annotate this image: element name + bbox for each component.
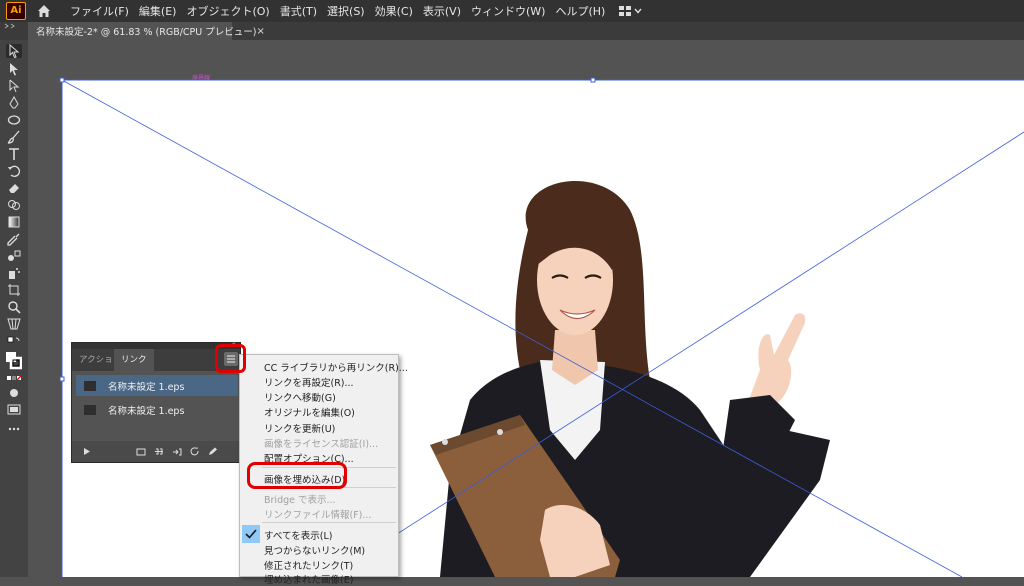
panel-footer [72, 441, 240, 462]
menu-item-reveal-in-bridge: Bridge で表示... [264, 495, 336, 506]
menu-object[interactable]: オブジェクト(O) [186, 3, 269, 19]
default-fill-stroke-icon[interactable] [6, 336, 22, 350]
tab-links[interactable]: リンク [114, 349, 154, 371]
illustrator-logo: Ai [6, 2, 26, 20]
artboard-tool-icon[interactable] [6, 283, 22, 297]
direct-selection-tool-icon[interactable] [6, 62, 22, 76]
menu-window[interactable]: ウィンドウ(W) [471, 3, 545, 19]
shape-builder-tool-icon[interactable] [6, 198, 22, 212]
eraser-tool-icon[interactable] [6, 181, 22, 195]
grid-layout-icon [619, 6, 632, 16]
play-icon[interactable] [82, 447, 92, 456]
menu-item-relink-cc-library[interactable]: CC ライブラリから再リンク(R)... [264, 360, 408, 374]
go-to-link-icon[interactable] [172, 447, 182, 456]
link-filename: 名称未設定 1.eps [108, 381, 185, 393]
home-icon[interactable] [36, 3, 52, 19]
highlight-panel-menu-button [215, 344, 246, 373]
fill-stroke-swatches[interactable] [6, 350, 22, 372]
link-row[interactable]: 名称未設定 1.eps [76, 375, 238, 396]
close-icon[interactable]: × [256, 26, 264, 37]
edit-original-icon[interactable] [208, 447, 218, 456]
menu-effect[interactable]: 効果(C) [375, 3, 413, 19]
group-selection-tool-icon[interactable] [6, 79, 22, 93]
link-filename: 名称未設定 1.eps [108, 405, 185, 417]
artboard-label: 境界線 [192, 75, 211, 82]
link-thumbnail [84, 404, 96, 415]
panel-gripper-icon[interactable] [2, 22, 22, 40]
menu-item-go-to-link[interactable]: リンクへ移動(G) [264, 390, 336, 404]
menu-view[interactable]: 表示(V) [423, 3, 461, 19]
menu-file[interactable]: ファイル(F) [70, 3, 129, 19]
menu-select[interactable]: 選択(S) [327, 3, 365, 19]
eyedropper-tool-icon[interactable] [6, 232, 22, 246]
symbol-sprayer-tool-icon[interactable] [6, 266, 22, 280]
pen-tool-icon[interactable] [6, 96, 22, 110]
menu-item-edit-original[interactable]: オリジナルを編集(O) [264, 405, 355, 419]
menu-item-show-all[interactable]: すべてを表示(L) [264, 528, 332, 542]
document-tab[interactable]: 名称未設定-2* @ 61.83 % (RGB/CPU プレビュー) × [28, 22, 265, 40]
workspace-switcher[interactable] [619, 6, 642, 16]
selection-tool-icon[interactable] [6, 44, 22, 58]
placed-photo[interactable] [400, 170, 840, 577]
menu-type[interactable]: 書式(T) [280, 3, 317, 19]
blend-tool-icon[interactable] [6, 249, 22, 263]
color-mode-icon[interactable] [6, 372, 22, 386]
tools-panel [0, 40, 28, 577]
type-tool-icon[interactable] [6, 147, 22, 161]
highlight-embed-image [247, 462, 347, 489]
perspective-grid-tool-icon[interactable] [6, 317, 22, 331]
menu-item-embedded-images[interactable]: 埋め込まれた画像(E) [264, 572, 353, 586]
menu-bar: Ai ファイル(F) 編集(E) オブジェクト(O) 書式(T) 選択(S) 効… [0, 0, 1024, 22]
document-tab-title: 名称未設定-2* @ 61.83 % (RGB/CPU プレビュー) [36, 27, 257, 38]
menu-item-relink[interactable]: リンクを再設定(R)... [264, 375, 354, 389]
menu-item-update-link[interactable]: リンクを更新(U) [264, 421, 335, 435]
menu-item-license-image: 画像をライセンス認証(I)... [264, 439, 379, 450]
menu-item-missing-links[interactable]: 見つからないリンク(M) [264, 543, 365, 557]
link-row[interactable]: 名称未設定 1.eps [76, 399, 238, 420]
link-thumbnail [84, 380, 96, 391]
menu-separator [262, 522, 396, 523]
relink-cc-icon[interactable] [136, 447, 146, 456]
more-tools-icon[interactable] [6, 422, 22, 436]
paintbrush-tool-icon[interactable] [6, 130, 22, 144]
ellipse-tool-icon[interactable] [6, 113, 22, 127]
menu-item-modified-links[interactable]: 修正されたリンク(T) [264, 558, 353, 572]
rotate-tool-icon[interactable] [6, 164, 22, 178]
screen-mode-icon[interactable] [6, 402, 22, 416]
relink-icon[interactable] [154, 447, 164, 456]
menu-item-link-file-info: リンクファイル情報(F)... [264, 510, 372, 521]
menu-edit[interactable]: 編集(E) [139, 3, 177, 19]
zoom-tool-icon[interactable] [6, 300, 22, 314]
menu-help[interactable]: ヘルプ(H) [555, 3, 605, 19]
update-link-icon[interactable] [190, 447, 200, 456]
chevron-down-icon [634, 8, 642, 14]
draw-mode-icon[interactable] [6, 386, 22, 400]
checkmark-icon [242, 525, 260, 543]
gradient-tool-icon[interactable] [6, 215, 22, 229]
